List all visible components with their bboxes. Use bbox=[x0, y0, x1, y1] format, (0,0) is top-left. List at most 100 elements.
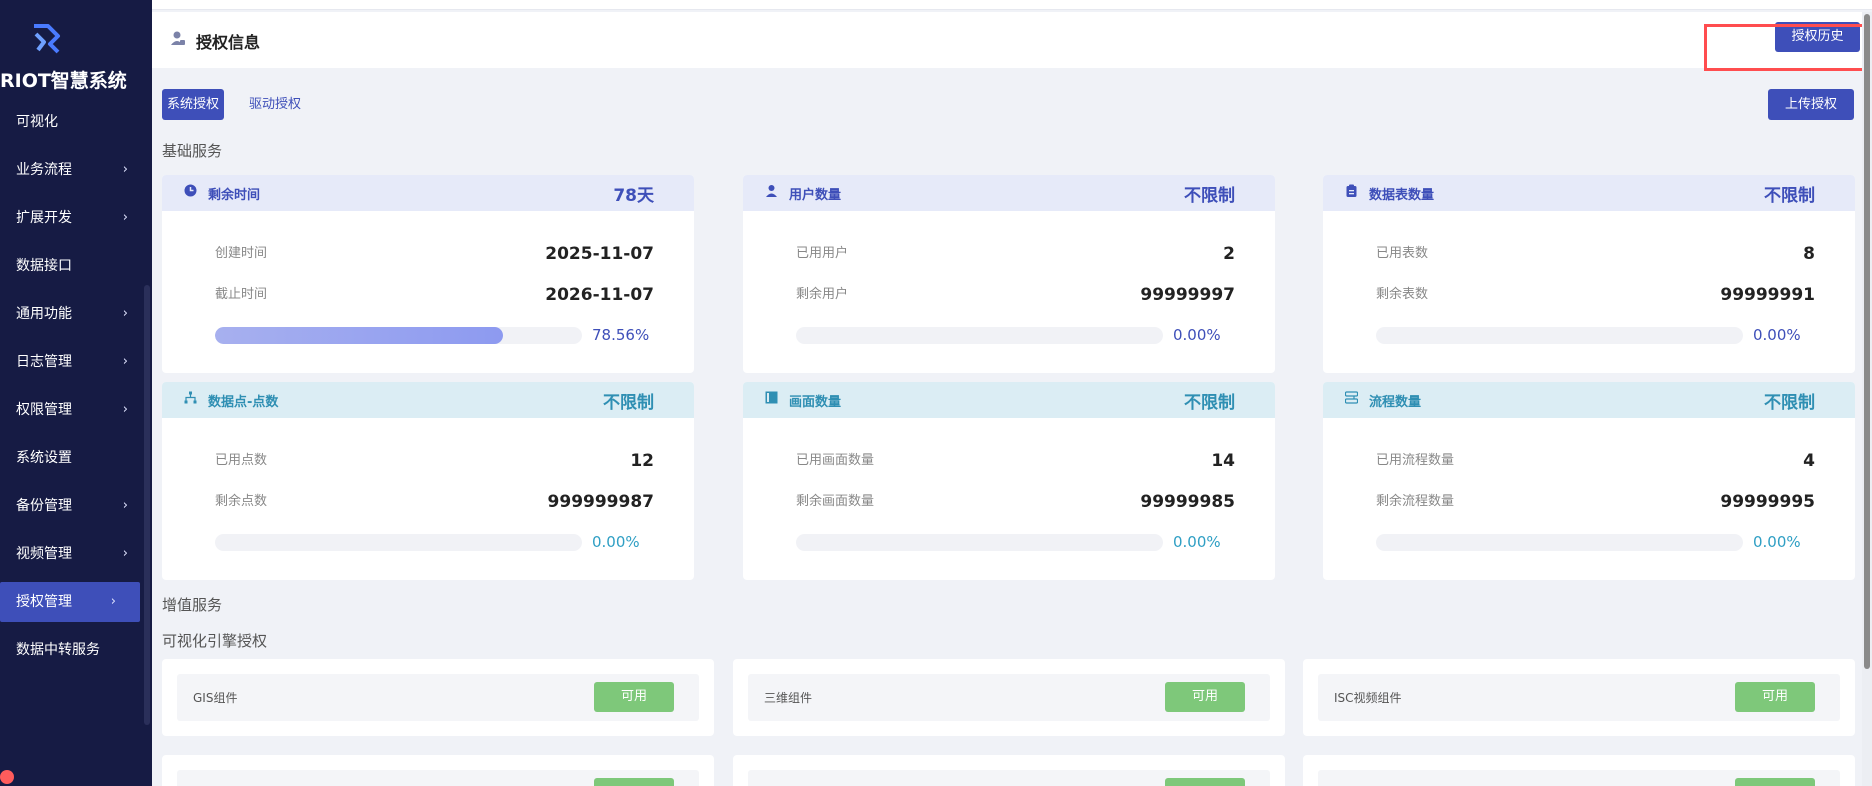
section-value-added: 增值服务 bbox=[162, 596, 223, 614]
quota-row-value: 2 bbox=[1223, 244, 1235, 264]
quota-card-header: 画面数量 不限制 bbox=[743, 382, 1275, 418]
section-basic-services: 基础服务 bbox=[162, 142, 223, 160]
quota-row-label: 剩余表数 bbox=[1376, 287, 1429, 302]
quota-row-value: 99999997 bbox=[1140, 285, 1235, 305]
quota-row-value: 99999995 bbox=[1720, 492, 1815, 512]
quota-row-label: 截止时间 bbox=[215, 287, 268, 302]
quota-card: 流程数量 不限制 已用流程数量 4 剩余流程数量 99999995 0.00% bbox=[1323, 382, 1855, 580]
chevron-right-icon: › bbox=[122, 210, 128, 225]
quota-card-title: 用户数量 bbox=[789, 188, 842, 203]
quota-card-limit: 不限制 bbox=[603, 393, 654, 413]
component-status-badge bbox=[594, 778, 674, 786]
chevron-right-icon: › bbox=[122, 354, 128, 369]
page-title: 授权信息 bbox=[196, 33, 261, 52]
sidebar-item[interactable]: 日志管理 › bbox=[0, 342, 152, 390]
sidebar-item[interactable]: 可视化 bbox=[0, 102, 152, 150]
sidebar-item[interactable]: 数据中转服务 bbox=[0, 630, 152, 678]
quota-row-label: 已用流程数量 bbox=[1376, 453, 1455, 468]
usage-progress-bar bbox=[215, 327, 582, 344]
sidebar-item-label: 通用功能 bbox=[16, 306, 72, 322]
quota-row-value: 14 bbox=[1211, 451, 1235, 471]
sidebar-item[interactable]: 业务流程 › bbox=[0, 150, 152, 198]
quota-row-value: 99999985 bbox=[1140, 492, 1235, 512]
sidebar-item-label: 系统设置 bbox=[16, 450, 72, 466]
component-status-badge bbox=[1165, 778, 1245, 786]
sidebar-item-label: 可视化 bbox=[16, 114, 58, 130]
component-card-partial bbox=[1303, 755, 1855, 786]
component-row bbox=[177, 770, 699, 786]
component-status-badge: 可用 bbox=[1735, 682, 1815, 712]
quota-card-title: 剩余时间 bbox=[208, 188, 261, 203]
clock-icon bbox=[184, 184, 197, 201]
highlight-annotation bbox=[1704, 24, 1872, 71]
brand-title: RIOT智慧系统 bbox=[0, 70, 127, 92]
usage-percent: 0.00% bbox=[1173, 326, 1221, 344]
sidebar-item-label: 授权管理 bbox=[16, 594, 72, 610]
usage-progress-bar bbox=[796, 327, 1163, 344]
quota-card-limit: 不限制 bbox=[1764, 186, 1815, 206]
tab-driver-auth[interactable]: 驱动授权 bbox=[244, 89, 306, 120]
component-card: ISC视频组件 可用 bbox=[1303, 659, 1855, 736]
quota-card-header: 剩余时间 78天 bbox=[162, 175, 694, 211]
sidebar-item-label: 扩展开发 bbox=[16, 210, 72, 226]
component-card-partial bbox=[733, 755, 1285, 786]
sidebar-item[interactable]: 备份管理 › bbox=[0, 486, 152, 534]
sidebar-item[interactable]: 系统设置 bbox=[0, 438, 152, 486]
chevron-right-icon: › bbox=[122, 402, 128, 417]
sidebar-item[interactable]: 权限管理 › bbox=[0, 390, 152, 438]
quota-row-label: 已用用户 bbox=[796, 246, 849, 261]
quota-row-value: 999999987 bbox=[547, 492, 654, 512]
sidebar-item[interactable]: 授权管理 › bbox=[0, 582, 140, 622]
quota-card-title: 画面数量 bbox=[789, 395, 842, 410]
component-row: 三维组件 可用 bbox=[748, 674, 1270, 721]
screen-icon bbox=[765, 391, 778, 408]
quota-card-header: 数据表数量 不限制 bbox=[1323, 175, 1855, 211]
component-row: ISC视频组件 可用 bbox=[1318, 674, 1840, 721]
sidebar-scrollbar[interactable] bbox=[144, 285, 150, 725]
component-name: GIS组件 bbox=[193, 691, 238, 705]
tab-system-auth[interactable]: 系统授权 bbox=[162, 89, 225, 120]
quota-card-title: 数据表数量 bbox=[1369, 188, 1435, 203]
component-row bbox=[748, 770, 1270, 786]
quota-card: 剩余时间 78天 创建时间 2025-11-07 截止时间 2026-11-07… bbox=[162, 175, 694, 373]
component-status-badge bbox=[1735, 778, 1815, 786]
component-name: ISC视频组件 bbox=[1334, 691, 1402, 705]
page-header: 授权信息 bbox=[152, 12, 1872, 68]
chevron-right-icon: › bbox=[122, 162, 128, 177]
sidebar-item[interactable]: 扩展开发 › bbox=[0, 198, 152, 246]
sidebar-item[interactable]: 通用功能 › bbox=[0, 294, 152, 342]
quota-row-value: 2025-11-07 bbox=[545, 244, 654, 264]
usage-percent: 0.00% bbox=[1753, 533, 1801, 551]
quota-row-label: 剩余点数 bbox=[215, 494, 268, 509]
sidebar-item-label: 备份管理 bbox=[16, 498, 72, 514]
component-status-badge: 可用 bbox=[1165, 682, 1245, 712]
component-status-badge: 可用 bbox=[594, 682, 674, 712]
main-scrollbar[interactable] bbox=[1864, 14, 1870, 669]
user-icon bbox=[765, 184, 778, 201]
quota-card-limit: 不限制 bbox=[1184, 186, 1235, 206]
chevron-right-icon: › bbox=[122, 306, 128, 321]
quota-card-limit: 不限制 bbox=[1764, 393, 1815, 413]
quota-row-label: 创建时间 bbox=[215, 246, 268, 261]
quota-card-header: 数据点-点数 不限制 bbox=[162, 382, 694, 418]
sidebar-item[interactable]: 数据接口 bbox=[0, 246, 152, 294]
component-row bbox=[1318, 770, 1840, 786]
usage-percent: 0.00% bbox=[592, 533, 640, 551]
flow-icon bbox=[1344, 391, 1359, 408]
quota-row-label: 剩余用户 bbox=[796, 287, 849, 302]
component-card-partial bbox=[162, 755, 714, 786]
upload-auth-button[interactable]: 上传授权 bbox=[1768, 89, 1854, 120]
usage-percent: 0.00% bbox=[1753, 326, 1801, 344]
quota-card-title: 数据点-点数 bbox=[208, 395, 279, 410]
quota-row-label: 剩余流程数量 bbox=[1376, 494, 1455, 509]
component-row: GIS组件 可用 bbox=[177, 674, 699, 721]
quota-row-label: 已用表数 bbox=[1376, 246, 1429, 261]
usage-progress-fill bbox=[215, 327, 504, 344]
usage-percent: 0.00% bbox=[1173, 533, 1221, 551]
quota-card-limit: 78天 bbox=[613, 186, 654, 206]
usage-progress-bar bbox=[215, 534, 582, 551]
usage-progress-bar bbox=[1376, 534, 1743, 551]
sidebar-item[interactable]: 视频管理 › bbox=[0, 534, 152, 582]
component-name: 三维组件 bbox=[764, 691, 813, 705]
clipboard-icon bbox=[1345, 184, 1358, 201]
